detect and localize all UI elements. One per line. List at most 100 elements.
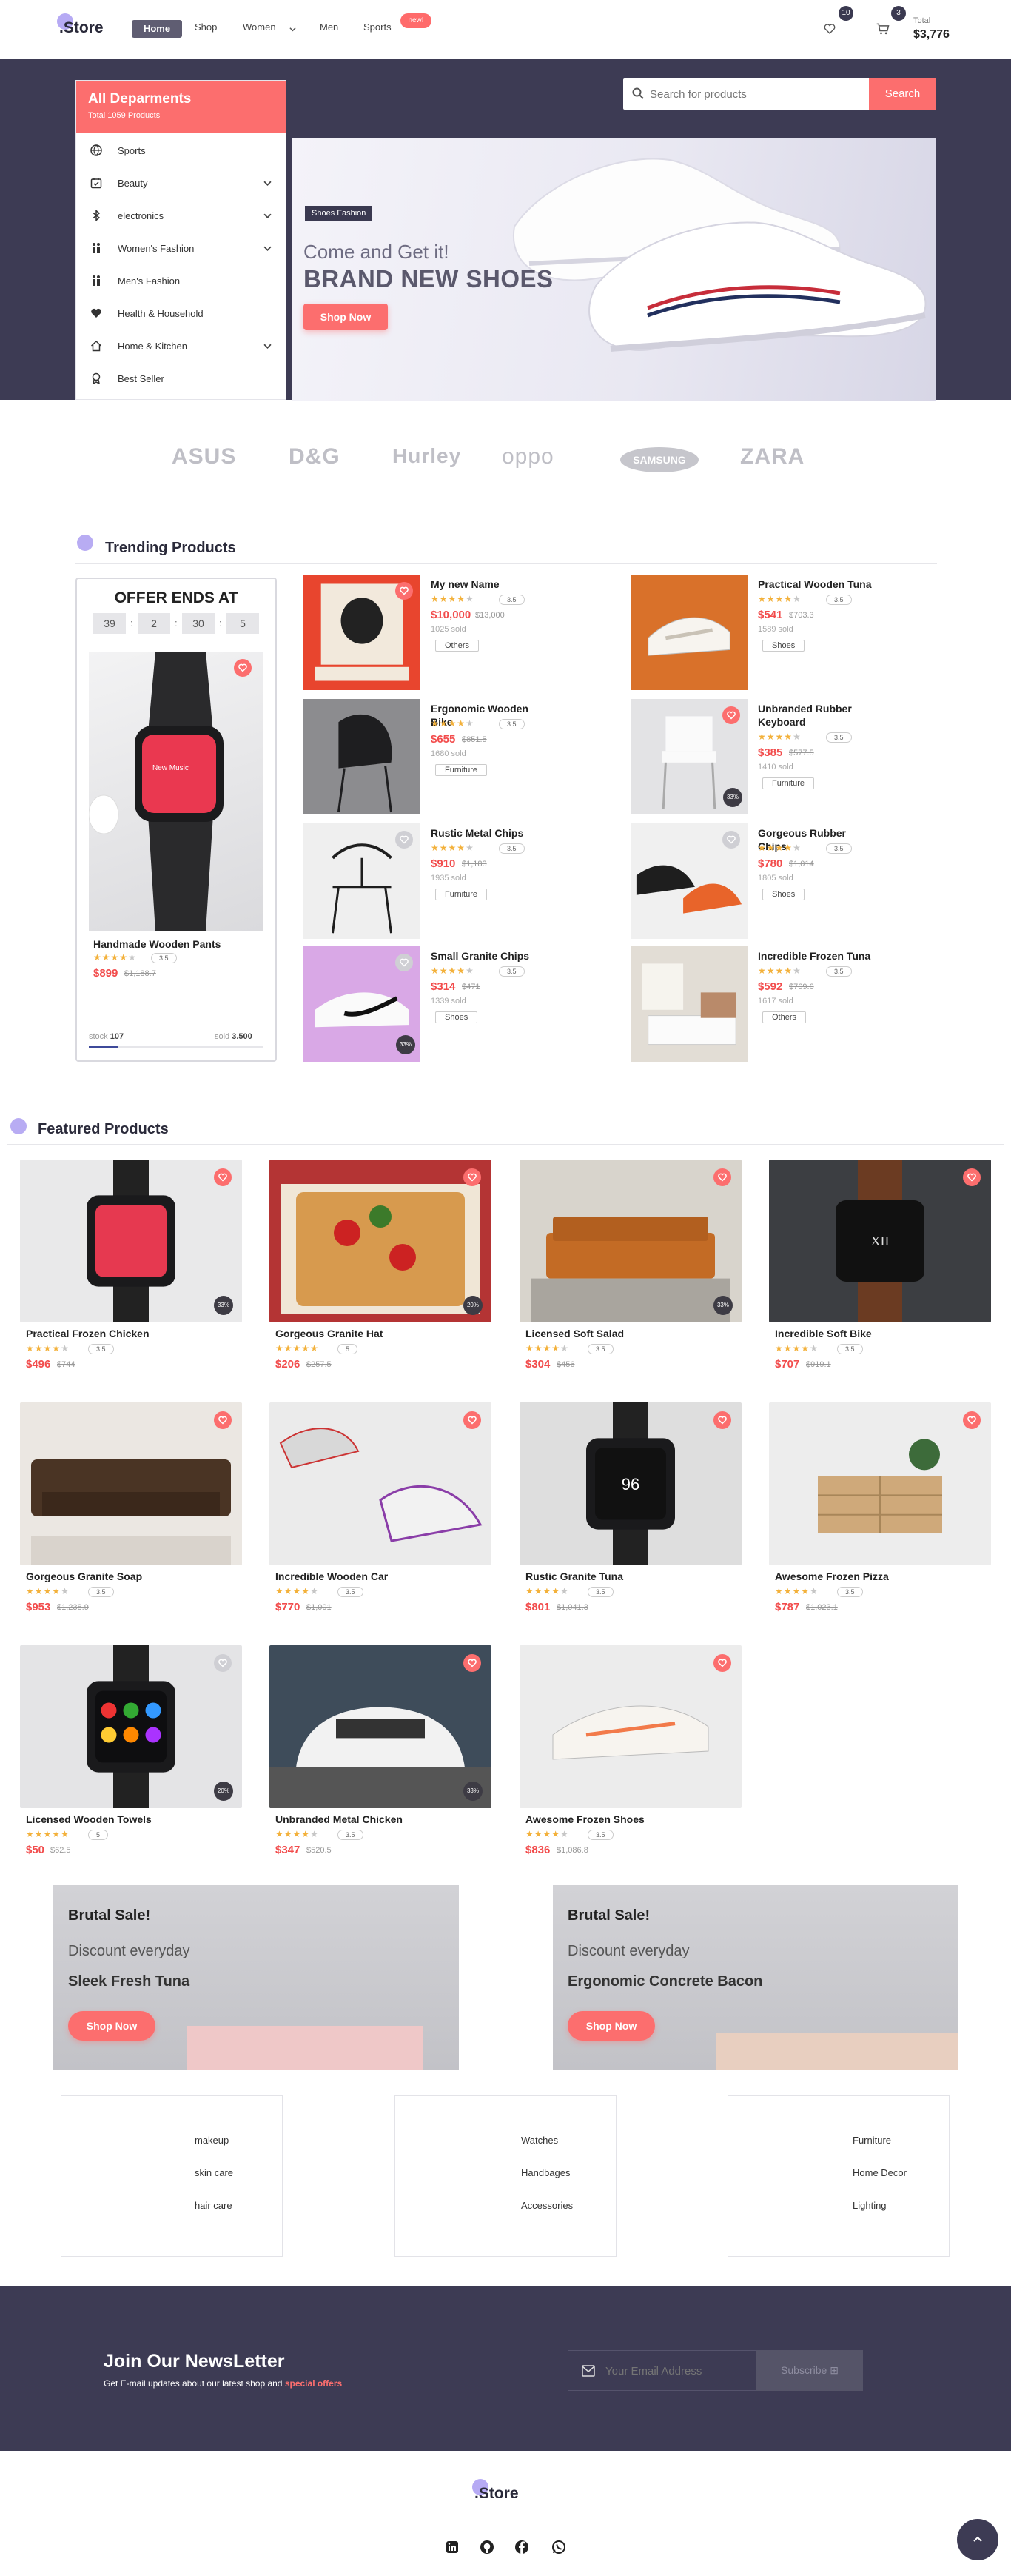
wishlist-heart-button[interactable]: [214, 1411, 232, 1429]
chevron-down-icon[interactable]: [263, 341, 272, 352]
category-tag[interactable]: Furniture: [762, 777, 815, 789]
linkedin-icon[interactable]: [441, 2536, 463, 2558]
product-title[interactable]: Awesome Frozen Shoes: [525, 1813, 645, 1826]
nav-sports[interactable]: Sports: [363, 21, 392, 33]
sale-banner-2[interactable]: Brutal Sale! Discount everyday Ergonomic…: [553, 1885, 958, 2070]
facebook-icon[interactable]: [511, 2536, 533, 2558]
chevron-down-icon[interactable]: [263, 244, 272, 255]
wishlist-heart-button[interactable]: [463, 1654, 481, 1672]
wishlist-heart-button[interactable]: [463, 1168, 481, 1186]
chevron-down-icon[interactable]: [263, 211, 272, 222]
product-title[interactable]: Unbranded Metal Chicken: [275, 1813, 403, 1826]
sale-shop-now-button[interactable]: Shop Now: [68, 2011, 155, 2041]
category-link[interactable]: hair care: [195, 2200, 232, 2211]
product-image-container[interactable]: [631, 575, 748, 690]
product-image-container[interactable]: 96: [520, 1402, 742, 1565]
chevron-down-icon[interactable]: [263, 178, 272, 190]
product-image-container[interactable]: [303, 699, 420, 814]
brand-dg[interactable]: D&G: [289, 444, 340, 469]
product-image-container[interactable]: [269, 1402, 491, 1565]
product-image-container[interactable]: [20, 1160, 242, 1322]
brand-samsung[interactable]: SAMSUNG: [620, 447, 699, 472]
category-link[interactable]: Lighting: [853, 2200, 887, 2211]
wishlist-heart-button[interactable]: [395, 582, 413, 600]
nav-women[interactable]: Women: [243, 21, 276, 33]
wishlist-button[interactable]: [817, 16, 842, 41]
product-title[interactable]: Incredible Wooden Car: [275, 1570, 388, 1583]
category-item[interactable]: Sports: [90, 139, 276, 161]
wishlist-heart-button[interactable]: [963, 1168, 981, 1186]
category-item[interactable]: Best Seller: [90, 367, 276, 389]
sale-banner-1[interactable]: Brutal Sale! Discount everyday Sleek Fre…: [53, 1885, 459, 2070]
product-image-container[interactable]: [269, 1645, 491, 1808]
wishlist-heart-button[interactable]: [214, 1654, 232, 1672]
category-tag[interactable]: Shoes: [762, 889, 805, 900]
scroll-to-top-button[interactable]: [957, 2519, 998, 2560]
wishlist-heart-button[interactable]: [713, 1654, 731, 1672]
product-title[interactable]: Licensed Soft Salad: [525, 1327, 624, 1340]
wishlist-heart-button[interactable]: [395, 831, 413, 849]
category-item[interactable]: Home & Kitchen: [90, 335, 276, 357]
product-image-container[interactable]: XII: [769, 1160, 991, 1322]
wishlist-heart-button[interactable]: [963, 1411, 981, 1429]
category-link[interactable]: Accessories: [521, 2200, 573, 2211]
cart-button[interactable]: [870, 16, 896, 41]
sale-shop-now-button[interactable]: Shop Now: [568, 2011, 655, 2041]
offer-product-image[interactable]: New Music: [89, 652, 263, 931]
product-title[interactable]: Practical Wooden Tuna: [758, 578, 876, 591]
wishlist-heart-button[interactable]: [234, 659, 252, 677]
brand-asus[interactable]: ASUS: [172, 444, 236, 469]
product-image-container[interactable]: [520, 1645, 742, 1808]
product-title[interactable]: Gorgeous Granite Soap: [26, 1570, 142, 1583]
category-item[interactable]: electronics: [90, 204, 276, 227]
product-title[interactable]: Awesome Frozen Pizza: [775, 1570, 889, 1583]
category-item[interactable]: Health & Household: [90, 302, 276, 324]
category-link[interactable]: Handbages: [521, 2167, 571, 2178]
product-title[interactable]: Incredible Frozen Tuna: [758, 949, 876, 963]
wishlist-heart-button[interactable]: [713, 1411, 731, 1429]
product-image-container[interactable]: [269, 1160, 491, 1322]
whatsapp-icon[interactable]: [548, 2536, 570, 2558]
search-button[interactable]: Search: [869, 78, 936, 110]
wishlist-heart-button[interactable]: [722, 831, 740, 849]
offer-product-title[interactable]: Handmade Wooden Pants: [93, 937, 221, 951]
banner-shop-now-button[interactable]: Shop Now: [303, 304, 388, 330]
product-title[interactable]: Rustic Granite Tuna: [525, 1570, 623, 1583]
category-tag[interactable]: Shoes: [762, 640, 805, 652]
category-item[interactable]: Beauty: [90, 172, 276, 194]
category-tag[interactable]: Furniture: [435, 764, 488, 776]
category-item[interactable]: Men's Fashion: [90, 270, 276, 292]
wishlist-heart-button[interactable]: [713, 1168, 731, 1186]
category-link[interactable]: skin care: [195, 2167, 233, 2178]
nav-shop[interactable]: Shop: [195, 21, 217, 33]
category-tag[interactable]: Shoes: [435, 1011, 478, 1023]
category-link[interactable]: Watches: [521, 2135, 558, 2146]
category-tag[interactable]: Others: [762, 1011, 807, 1023]
site-logo[interactable]: .Store: [57, 13, 104, 37]
footer-logo[interactable]: .Store: [472, 2479, 519, 2503]
subscribe-button[interactable]: Subscribe ⊞: [756, 2350, 863, 2391]
product-title[interactable]: Practical Frozen Chicken: [26, 1327, 150, 1340]
category-link[interactable]: makeup: [195, 2135, 229, 2146]
wishlist-heart-button[interactable]: [722, 706, 740, 724]
wishlist-heart-button[interactable]: [214, 1168, 232, 1186]
brand-hurley[interactable]: Hurley: [392, 444, 461, 468]
newsletter-email-input[interactable]: [605, 2361, 746, 2381]
brand-oppo[interactable]: oppo: [502, 444, 554, 469]
product-image-container[interactable]: [520, 1160, 742, 1322]
product-title[interactable]: My new Name: [431, 578, 549, 591]
category-link[interactable]: Home Decor: [853, 2167, 907, 2178]
wishlist-heart-button[interactable]: [463, 1411, 481, 1429]
brand-zara[interactable]: ZARA: [740, 444, 805, 469]
offer-card[interactable]: OFFER ENDS AT 39 : 2 : 30 : 5 New Music …: [75, 578, 277, 1062]
nav-home[interactable]: Home: [132, 20, 182, 38]
product-title[interactable]: Small Granite Chips: [431, 949, 549, 963]
product-title[interactable]: Gorgeous Granite Hat: [275, 1327, 383, 1340]
category-tag[interactable]: Furniture: [435, 889, 488, 900]
product-image-container[interactable]: [20, 1402, 242, 1565]
product-title[interactable]: Licensed Wooden Towels: [26, 1813, 152, 1826]
product-image-container[interactable]: [631, 946, 748, 1062]
search-input[interactable]: [650, 85, 857, 103]
category-tag[interactable]: Others: [435, 640, 480, 652]
product-image-container[interactable]: [769, 1402, 991, 1565]
